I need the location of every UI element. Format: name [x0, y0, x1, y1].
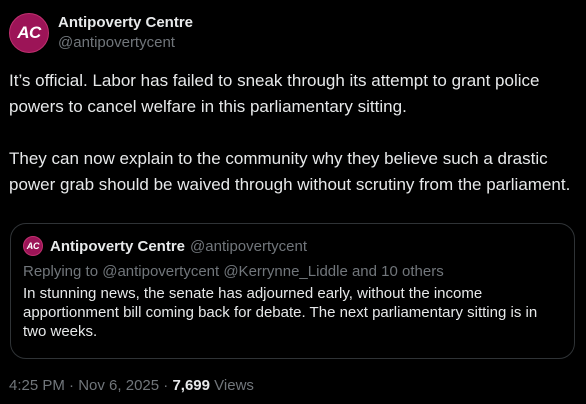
quote-text: In stunning news, the senate has adjourn…	[23, 285, 538, 340]
tweet: AC Antipoverty Centre @antipovertycent I…	[0, 0, 586, 404]
post-time[interactable]: 4:25 PM	[9, 377, 65, 394]
meta-separator: ·	[64, 377, 79, 394]
author-names: Antipoverty Centre @antipovertycent	[58, 13, 193, 53]
quote-display-name: Antipoverty Centre	[50, 237, 186, 255]
views-count: 7,699	[172, 377, 210, 394]
tweet-text: It’s official. Labor has failed to sneak…	[9, 68, 579, 198]
author-handle[interactable]: @antipovertycent	[58, 33, 193, 53]
tweet-header: AC Antipoverty Centre @antipovertycent	[9, 13, 193, 53]
avatar[interactable]: AC	[9, 13, 49, 53]
meta-separator-2: ·	[159, 377, 173, 394]
post-date[interactable]: Nov 6, 2025	[78, 377, 159, 394]
quoted-tweet[interactable]: AC Antipoverty Centre @antipovertycent R…	[10, 223, 575, 359]
quote-handle: @antipovertycent	[190, 237, 307, 255]
tweet-meta: 4:25 PM · Nov 6, 2025 · 7,699 Views	[9, 376, 254, 396]
avatar-initials: AC	[17, 23, 41, 42]
author-display-name[interactable]: Antipoverty Centre	[58, 13, 193, 33]
quote-reply-line: Replying to @antipovertycent @Kerrynne_L…	[23, 263, 444, 280]
tweet-paragraph-2: They can now explain to the community wh…	[9, 149, 571, 194]
views-label: Views	[210, 377, 254, 394]
quote-avatar: AC	[23, 236, 43, 256]
quote-header: AC Antipoverty Centre @antipovertycent	[23, 235, 562, 257]
tweet-paragraph-1: It’s official. Labor has failed to sneak…	[9, 71, 540, 116]
quote-avatar-initials: AC	[26, 241, 40, 251]
